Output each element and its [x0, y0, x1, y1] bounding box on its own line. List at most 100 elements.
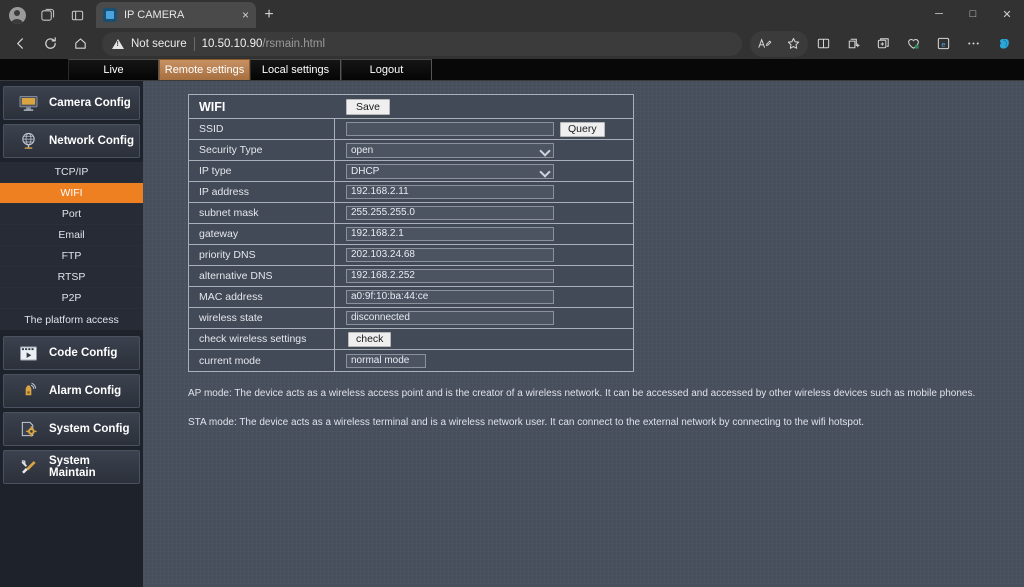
toolbar-icons: e: [750, 30, 1018, 57]
tab-title: IP CAMERA: [124, 9, 185, 21]
avatar: [8, 6, 26, 24]
ip-address-input[interactable]: 192.168.2.11: [346, 185, 554, 199]
current-mode-value: normal mode: [346, 353, 426, 368]
collections-icon[interactable]: [839, 31, 868, 57]
row-label: SSID: [189, 119, 335, 139]
gear-document-icon: [17, 419, 39, 439]
split-screen-icon[interactable]: [809, 31, 838, 57]
security-type-select[interactable]: open: [346, 142, 554, 158]
wireless-state-value: disconnected: [346, 311, 554, 325]
maximize-button[interactable]: □: [956, 0, 990, 28]
refresh-icon[interactable]: [36, 31, 64, 57]
row-ip-address: IP address 192.168.2.11: [189, 182, 633, 203]
security-type-value: open: [351, 144, 374, 156]
help-text: AP mode: The device acts as a wireless a…: [188, 386, 988, 430]
camera-icon: [103, 8, 117, 22]
row-label: priority DNS: [189, 245, 335, 265]
minimize-button[interactable]: ─: [922, 0, 956, 28]
browser-tab[interactable]: IP CAMERA ×: [96, 2, 256, 28]
browser-window: IP CAMERA × + ─ □ ✕ Not secure 10.50.10.…: [0, 0, 1024, 587]
wifi-settings-panel: WIFI Save SSID Query Security Type open …: [188, 94, 634, 372]
alternative-dns-input[interactable]: 192.168.2.252: [346, 269, 554, 283]
top-navigation: Live Remote settings Local settings Logo…: [0, 59, 1024, 81]
tab-remote-settings[interactable]: Remote settings: [159, 59, 250, 80]
close-window-button[interactable]: ✕: [990, 0, 1024, 28]
subnet-mask-input[interactable]: 255.255.255.0: [346, 206, 554, 220]
tab-logout[interactable]: Logout: [341, 59, 432, 80]
gateway-input[interactable]: 192.168.2.1: [346, 227, 554, 241]
sidebar-item-tcpip[interactable]: TCP/IP: [0, 162, 143, 183]
page-title: WIFI: [199, 99, 226, 114]
main-content: WIFI Save SSID Query Security Type open …: [143, 81, 1024, 587]
home-icon[interactable]: [66, 31, 94, 57]
priority-dns-input[interactable]: 202.103.24.68: [346, 248, 554, 262]
mac-address-input[interactable]: a0:9f:10:ba:44:ce: [346, 290, 554, 304]
ssid-input[interactable]: [346, 122, 554, 136]
sidebar-item-alarm-config[interactable]: Alarm Config: [3, 374, 140, 408]
sidebar-item-p2p[interactable]: P2P: [0, 288, 143, 309]
omnibox-divider: [193, 36, 195, 51]
query-button[interactable]: Query: [560, 121, 605, 137]
sidebar-item-rtsp[interactable]: RTSP: [0, 267, 143, 288]
row-alternative-dns: alternative DNS 192.168.2.252: [189, 266, 633, 287]
row-wireless-state: wireless state disconnected: [189, 308, 633, 329]
row-ssid: SSID Query: [189, 119, 633, 140]
ip-type-select[interactable]: DHCP: [346, 163, 554, 179]
chevron-down-icon: [541, 146, 549, 154]
favorite-star-icon[interactable]: [779, 31, 808, 57]
panel-header: WIFI Save: [189, 95, 633, 119]
workspaces-icon[interactable]: [32, 2, 62, 28]
tab-actions-icon[interactable]: [62, 2, 92, 28]
sidebar-item-system-config[interactable]: System Config: [3, 412, 140, 446]
sidebar-item-network-config[interactable]: Network Config: [3, 124, 140, 158]
row-current-mode: current mode normal mode: [189, 350, 633, 371]
sidebar-item-port[interactable]: Port: [0, 204, 143, 225]
sidebar-item-label: System Maintain: [49, 455, 96, 479]
sidebar-item-code-config[interactable]: Code Config: [3, 336, 140, 370]
sidebar-item-wifi[interactable]: WIFI: [0, 183, 143, 204]
copilot-icon[interactable]: [989, 31, 1018, 57]
read-aloud-icon[interactable]: [750, 31, 779, 57]
row-label: gateway: [189, 224, 335, 244]
tab-local-settings[interactable]: Local settings: [250, 59, 341, 80]
row-priority-dns: priority DNS 202.103.24.68: [189, 245, 633, 266]
row-label: check wireless settings: [189, 329, 335, 349]
alarm-bell-icon: [17, 381, 39, 401]
row-label: IP type: [189, 161, 335, 181]
sidebar-item-email[interactable]: Email: [0, 225, 143, 246]
close-icon[interactable]: ×: [242, 9, 249, 21]
ie-mode-icon[interactable]: e: [929, 31, 958, 57]
sidebar-item-platform-access[interactable]: The platform access: [0, 309, 143, 330]
row-label: IP address: [189, 182, 335, 202]
check-button[interactable]: check: [348, 331, 392, 347]
save-button[interactable]: Save: [346, 98, 390, 115]
sidebar: Camera Config Network Config TCP/IP WIFI…: [0, 81, 143, 587]
body-row: Camera Config Network Config TCP/IP WIFI…: [0, 81, 1024, 587]
sidebar-item-ftp[interactable]: FTP: [0, 246, 143, 267]
row-label: current mode: [189, 350, 335, 371]
url-host: 10.50.10.90: [201, 37, 263, 50]
sidebar-item-label: Alarm Config: [49, 385, 122, 397]
tab-groups-icon[interactable]: [869, 31, 898, 57]
tab-live[interactable]: Live: [68, 59, 159, 80]
sidebar-item-label: System Config: [49, 423, 130, 435]
back-icon[interactable]: [6, 31, 34, 57]
sidebar-item-label: Network Config: [49, 135, 134, 147]
chevron-down-icon: [541, 167, 549, 175]
wrench-screwdriver-icon: [17, 457, 39, 477]
navigation-bar: Not secure 10.50.10.90/rsmain.html: [0, 28, 1024, 59]
tab-strip: IP CAMERA × + ─ □ ✕: [0, 0, 1024, 28]
help-ap-mode: AP mode: The device acts as a wireless a…: [188, 388, 976, 399]
browser-essentials-icon[interactable]: [899, 31, 928, 57]
profile-avatar[interactable]: [2, 2, 32, 28]
new-tab-button[interactable]: +: [256, 2, 282, 28]
sidebar-item-system-maintain[interactable]: System Maintain: [3, 450, 140, 484]
row-mac-address: MAC address a0:9f:10:ba:44:ce: [189, 287, 633, 308]
row-label: subnet mask: [189, 203, 335, 223]
ip-type-value: DHCP: [351, 165, 380, 177]
sidebar-item-camera-config[interactable]: Camera Config: [3, 86, 140, 120]
settings-more-icon[interactable]: [959, 31, 988, 57]
svg-text:e: e: [941, 40, 945, 49]
address-bar[interactable]: Not secure 10.50.10.90/rsmain.html: [102, 31, 742, 56]
row-security-type: Security Type open: [189, 140, 633, 161]
